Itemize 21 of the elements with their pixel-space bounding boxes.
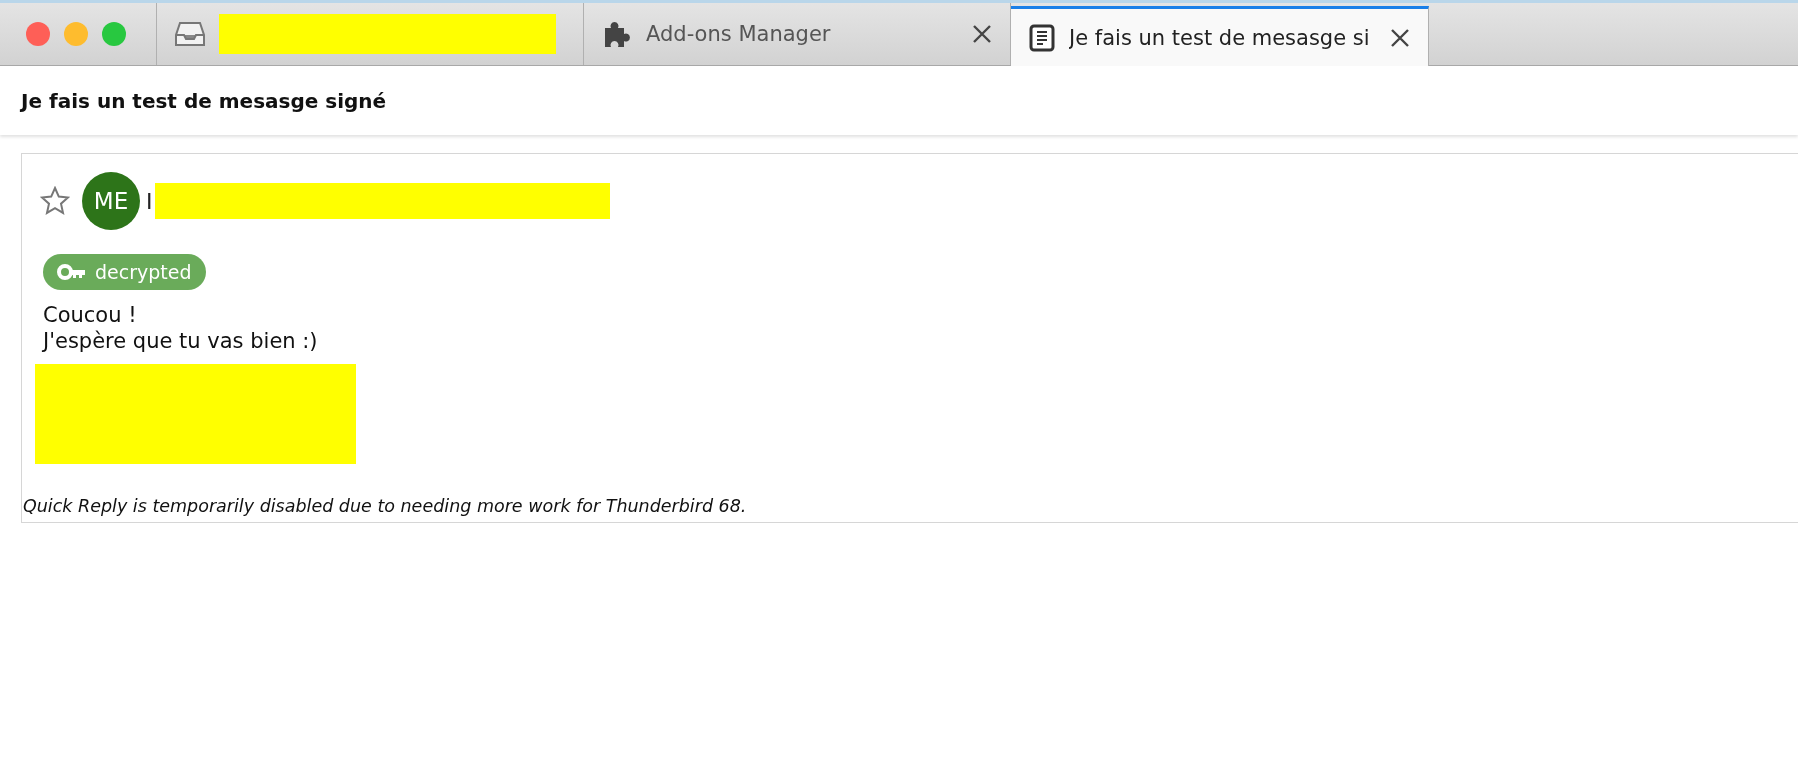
inbox-icon	[175, 20, 205, 48]
close-tab-button[interactable]	[972, 24, 992, 44]
minimize-window-button[interactable]	[64, 22, 88, 46]
sender-name: I	[146, 188, 153, 214]
close-icon	[1390, 27, 1410, 48]
badge-label: decrypted	[95, 261, 192, 283]
body-line: Coucou !	[43, 302, 138, 328]
tab-label: Add-ons Manager	[646, 22, 832, 46]
key-icon	[57, 264, 87, 280]
zoom-window-button[interactable]	[102, 22, 126, 46]
close-window-button[interactable]	[26, 22, 50, 46]
sender-avatar: ME	[82, 172, 140, 230]
close-icon	[972, 24, 992, 44]
star-icon[interactable]	[40, 186, 70, 216]
tab[interactable]: Add-ons Manager	[584, 3, 1011, 65]
document-icon	[1029, 23, 1055, 52]
message-subject: Je fais un test de mesasge signé	[21, 88, 387, 113]
quick-reply-notice: Quick Reply is temporarily disabled due to needing more work for Thunderbird 68.	[23, 495, 748, 518]
close-tab-button[interactable]	[1390, 27, 1410, 48]
body-line: J'espère que tu vas bien :)	[43, 328, 319, 354]
puzzle-icon	[602, 19, 632, 49]
